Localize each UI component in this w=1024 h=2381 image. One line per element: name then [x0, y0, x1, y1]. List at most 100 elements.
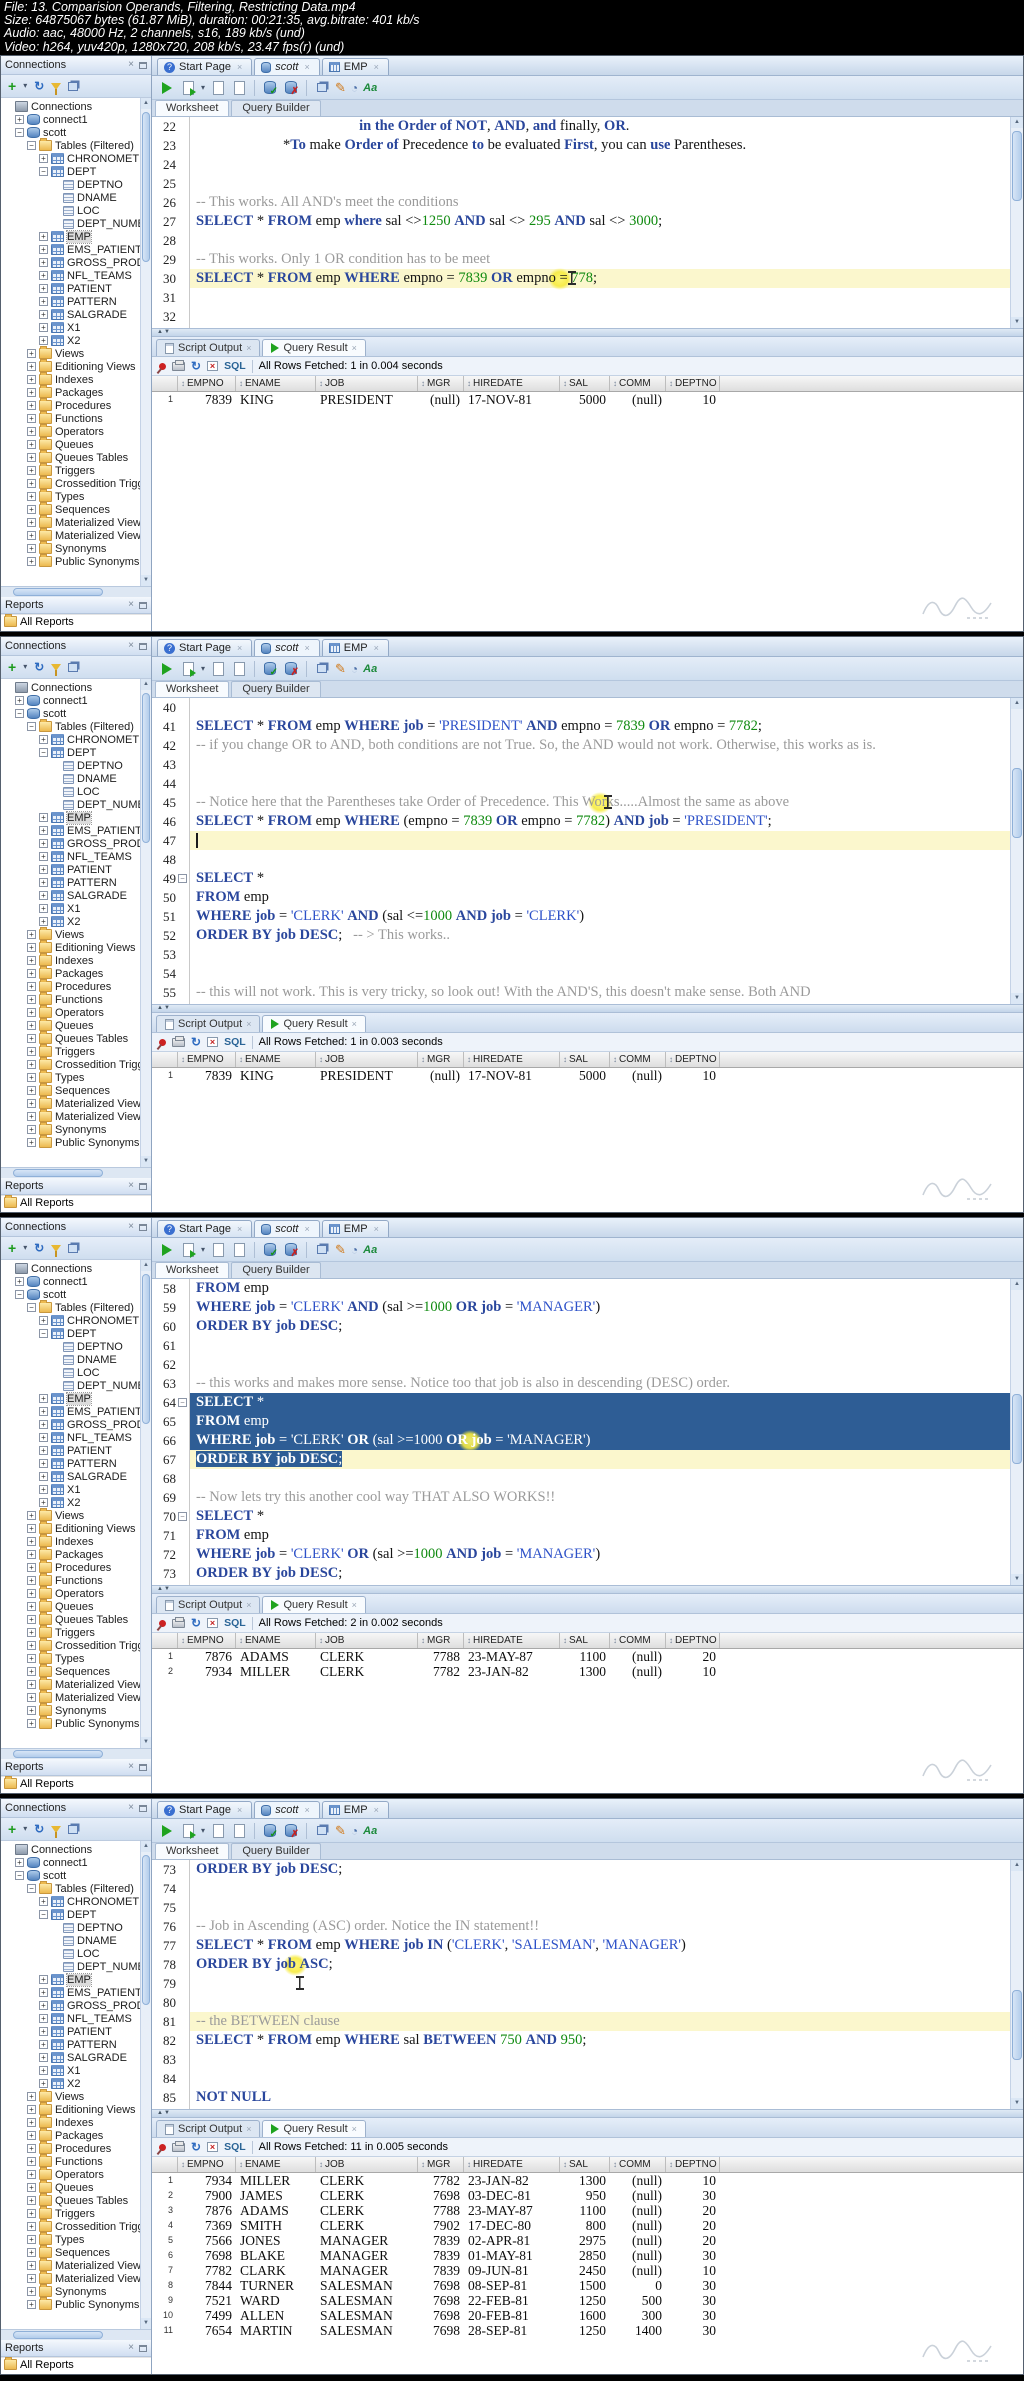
- expand-icon[interactable]: +: [27, 2196, 36, 2205]
- run-statement-icon[interactable]: [159, 1823, 175, 1839]
- tree-item-operators[interactable]: + Operators: [1, 1586, 151, 1600]
- refresh-icon[interactable]: ↻: [34, 1823, 44, 1835]
- expand-icon[interactable]: +: [27, 1524, 36, 1533]
- clear-grid-icon[interactable]: ×: [207, 361, 219, 371]
- tree-item-materialized-views[interactable]: + Materialized Views: [1, 515, 151, 529]
- tree-item-all-reports[interactable]: All Reports: [1, 2357, 151, 2371]
- sort-icon[interactable]: ↕: [613, 2160, 617, 2169]
- tree-item-dept[interactable]: − DEPT: [1, 1908, 151, 1921]
- code-line-70[interactable]: SELECT *: [190, 1507, 1010, 1526]
- tree-item-x2[interactable]: + X2: [1, 2077, 151, 2090]
- sort-icon[interactable]: ↕: [319, 379, 323, 388]
- tree-item-pattern[interactable]: + PATTERN: [1, 1457, 151, 1470]
- grid-header-empno[interactable]: ↕ EMPNO: [178, 376, 236, 391]
- sort-icon[interactable]: ↕: [239, 2160, 243, 2169]
- sort-icon[interactable]: ↕: [319, 1055, 323, 1064]
- tree-item-connect1[interactable]: + connect1: [1, 113, 151, 126]
- add-dropdown-icon[interactable]: ▾: [23, 1823, 27, 1835]
- tree-item-packages[interactable]: + Packages: [1, 385, 151, 399]
- tab-query-result[interactable]: Query Result ×: [262, 339, 366, 356]
- grid-header-sal[interactable]: ↕ SAL: [560, 2157, 610, 2172]
- commit-icon[interactable]: [262, 661, 278, 678]
- sql-history-icon[interactable]: ◔: [351, 1824, 358, 1838]
- sort-icon[interactable]: ↕: [669, 1636, 673, 1645]
- tab-start-page[interactable]: ? Start Page ×: [157, 58, 253, 75]
- commit-icon[interactable]: [262, 80, 278, 97]
- collapse-icon[interactable]: −: [27, 141, 36, 150]
- sort-icon[interactable]: ↕: [613, 379, 617, 388]
- expand-icon[interactable]: +: [27, 2274, 36, 2283]
- grid-header-mgr[interactable]: ↕ MGR: [418, 1633, 464, 1648]
- sort-icon[interactable]: ↕: [613, 1636, 617, 1645]
- tree-item-x2[interactable]: + X2: [1, 334, 151, 347]
- expand-icon[interactable]: +: [39, 917, 48, 926]
- code-line-54[interactable]: [190, 964, 1010, 983]
- refresh-icon[interactable]: ↻: [34, 1242, 44, 1254]
- expand-icon[interactable]: +: [39, 2040, 48, 2049]
- tree-item-connect1[interactable]: + connect1: [1, 1856, 151, 1869]
- code-line-66[interactable]: WHERE job = 'CLERK' OR (sal >=1000 OR jo…: [190, 1430, 1010, 1452]
- code-fold-icon[interactable]: −: [178, 1512, 187, 1521]
- code-fold-icon[interactable]: −: [178, 874, 187, 883]
- unshared-worksheet-icon[interactable]: [314, 1242, 330, 1258]
- code-line-28[interactable]: [190, 231, 1010, 250]
- sort-icon[interactable]: ↕: [563, 2160, 567, 2169]
- expand-icon[interactable]: +: [27, 1641, 36, 1650]
- sql-link[interactable]: SQL: [224, 1617, 246, 1629]
- tree-item-sequences[interactable]: + Sequences: [1, 1083, 151, 1097]
- close-icon[interactable]: ×: [128, 2343, 134, 2353]
- editor-scrollbar[interactable]: ▲ ▼: [1010, 1279, 1023, 1585]
- code-line-22[interactable]: in the Order of NOT, AND, and finally, O…: [190, 117, 1010, 136]
- sort-icon[interactable]: ↕: [467, 1055, 471, 1064]
- code-line-68[interactable]: [190, 1469, 1010, 1488]
- code-line-55[interactable]: -- this will not work. This is very tric…: [190, 983, 1010, 1002]
- tab-script-output[interactable]: Script Output ×: [156, 1015, 261, 1032]
- expand-icon[interactable]: +: [39, 1988, 48, 1997]
- subtab-worksheet[interactable]: Worksheet: [155, 1262, 230, 1278]
- expand-icon[interactable]: +: [27, 2235, 36, 2244]
- tree-item-chronometer[interactable]: + CHRONOMETER: [1, 733, 151, 746]
- code-line-43[interactable]: [190, 755, 1010, 774]
- scroll-down-icon[interactable]: ▼: [1011, 317, 1023, 328]
- run-statement-icon[interactable]: [159, 661, 175, 677]
- subtab-query-builder[interactable]: Query Builder: [231, 100, 321, 116]
- add-connection-icon[interactable]: +: [8, 1822, 16, 1836]
- collapse-icon[interactable]: −: [39, 748, 48, 757]
- sort-icon[interactable]: ↕: [181, 1636, 185, 1645]
- subtab-query-builder[interactable]: Query Builder: [231, 1262, 321, 1278]
- rollback-icon[interactable]: [283, 661, 299, 678]
- tree-hscroll-thumb[interactable]: [13, 588, 103, 596]
- grid-header-job[interactable]: ↕ JOB: [316, 1633, 418, 1648]
- code-line-24[interactable]: [190, 155, 1010, 174]
- run-dropdown-icon[interactable]: ▾: [201, 1244, 205, 1256]
- expand-icon[interactable]: +: [39, 1420, 48, 1429]
- close-icon[interactable]: ×: [128, 600, 134, 610]
- grid-header-job[interactable]: ↕ JOB: [316, 2157, 418, 2172]
- clear-icon[interactable]: ✎: [335, 661, 346, 677]
- expand-icon[interactable]: +: [39, 2027, 48, 2036]
- expand-icon[interactable]: +: [27, 1680, 36, 1689]
- tree-item-views[interactable]: + Views: [1, 927, 151, 941]
- expand-icon[interactable]: +: [27, 1576, 36, 1585]
- collapse-icon[interactable]: −: [15, 1871, 24, 1880]
- tree-item-loc[interactable]: LOC: [1, 785, 151, 798]
- expand-icon[interactable]: +: [39, 826, 48, 835]
- tree-item-triggers[interactable]: + Triggers: [1, 1625, 151, 1639]
- tree-item-x1[interactable]: + X1: [1, 321, 151, 334]
- expand-icon[interactable]: +: [27, 1537, 36, 1546]
- expand-icon[interactable]: +: [39, 1316, 48, 1325]
- tree-item-editioning-views[interactable]: + Editioning Views: [1, 359, 151, 373]
- tree-item-all-reports[interactable]: All Reports: [1, 1776, 151, 1790]
- expand-icon[interactable]: +: [39, 297, 48, 306]
- sql-history-icon[interactable]: ◔: [351, 662, 358, 676]
- tree-item-triggers[interactable]: + Triggers: [1, 463, 151, 477]
- editor-output-splitter[interactable]: ▲▼: [152, 2109, 1023, 2118]
- close-icon[interactable]: ×: [128, 1222, 134, 1232]
- tree-item-x2[interactable]: + X2: [1, 915, 151, 928]
- unshared-worksheet-icon[interactable]: [314, 80, 330, 96]
- run-statement-icon[interactable]: [159, 80, 175, 96]
- expand-icon[interactable]: +: [39, 813, 48, 822]
- tree-item-tables-filtered[interactable]: − Tables (Filtered): [1, 1300, 151, 1314]
- sort-icon[interactable]: ↕: [421, 1055, 425, 1064]
- add-dropdown-icon[interactable]: ▾: [23, 80, 27, 92]
